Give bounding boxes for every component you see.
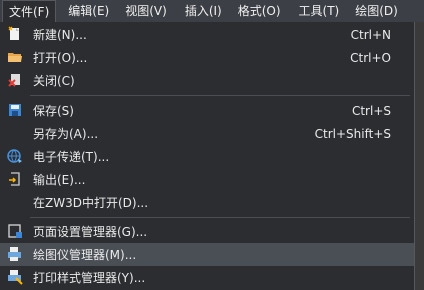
menu-item-export[interactable]: 输出(E)... (0, 168, 414, 191)
file-menu-dropdown: 新建(N)... Ctrl+N 打开(O)... Ctrl+O 关闭(C) 保存… (0, 22, 415, 290)
plotter-icon (8, 247, 21, 261)
new-file-icon (8, 26, 19, 40)
menu-item-page-setup[interactable]: 页面设置管理器(G)... (0, 220, 414, 243)
menu-item-shortcut: Ctrl+O (350, 50, 391, 65)
menu-separator (30, 217, 410, 218)
menu-item-label: 新建(N)... (33, 28, 87, 42)
menu-item-new[interactable]: 新建(N)... Ctrl+N (0, 23, 414, 46)
menu-item-shortcut: Ctrl+N (350, 27, 391, 42)
menu-item-save-as[interactable]: 另存为(A)... Ctrl+Shift+S (0, 122, 414, 145)
menu-view[interactable]: 视图(V) (119, 0, 173, 22)
menu-item-label: 打印样式管理器(Y)... (33, 271, 146, 285)
menu-tools[interactable]: 工具(T) (293, 0, 346, 22)
menu-item-shortcut: Ctrl+Shift+S (314, 126, 391, 141)
menu-bar: 文件(F) 编辑(E) 视图(V) 插入(I) 格式(O) 工具(T) 绘图(D… (0, 0, 424, 22)
menu-item-label: 打开(O)... (33, 51, 88, 65)
menu-item-label: 输出(E)... (33, 173, 86, 187)
menu-item-label: 在ZW3D中打开(D)... (33, 196, 149, 210)
menu-item-plotter-manager[interactable]: 绘图仪管理器(M)... (0, 243, 414, 266)
menu-item-save[interactable]: 保存(S) Ctrl+S (0, 99, 414, 122)
menu-item-etransmit[interactable]: 电子传递(T)... (0, 145, 414, 168)
menu-item-label: 关闭(C) (33, 74, 75, 88)
plot-style-icon (8, 270, 23, 285)
menu-item-label: 保存(S) (33, 104, 74, 118)
background-panel (415, 22, 424, 290)
menu-item-label: 另存为(A)... (33, 127, 99, 141)
menu-item-close[interactable]: 关闭(C) (0, 69, 414, 92)
menu-insert[interactable]: 插入(I) (179, 0, 228, 22)
close-file-icon (8, 74, 20, 87)
menu-format[interactable]: 格式(O) (232, 0, 287, 22)
menu-item-shortcut: Ctrl+S (351, 103, 391, 118)
menu-separator (30, 95, 410, 96)
etransmit-icon (7, 149, 22, 163)
menu-item-label: 绘图仪管理器(M)... (33, 248, 137, 262)
menu-item-open[interactable]: 打开(O)... Ctrl+O (0, 46, 414, 69)
menu-item-label: 电子传递(T)... (33, 150, 110, 164)
save-icon (9, 104, 21, 116)
page-setup-icon (8, 224, 22, 238)
menu-item-label: 页面设置管理器(G)... (33, 225, 148, 239)
menu-draw[interactable]: 绘图(D) (349, 0, 404, 22)
menu-file[interactable]: 文件(F) (2, 0, 57, 22)
menu-item-open-in-zw3d[interactable]: 在ZW3D中打开(D)... (0, 191, 414, 214)
menu-item-plot-style-manager[interactable]: 打印样式管理器(Y)... (0, 266, 414, 289)
open-folder-icon (8, 53, 22, 62)
export-icon (9, 172, 20, 186)
menu-edit[interactable]: 编辑(E) (62, 0, 115, 22)
